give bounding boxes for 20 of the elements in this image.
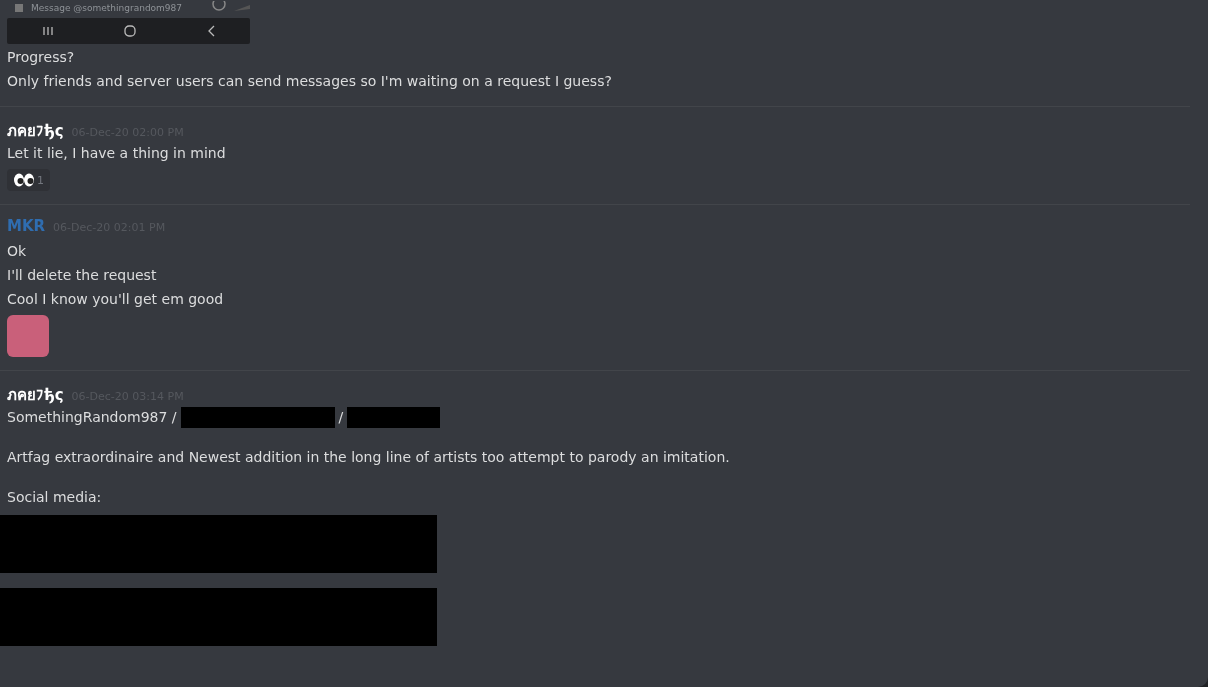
message-input[interactable]: Message @somethingrandom987 (31, 3, 204, 13)
recent-apps-icon[interactable] (42, 26, 53, 36)
author-name[interactable]: ภคยﾌђς (7, 119, 64, 143)
message-text: Let it lie, I have a thing in mind (7, 144, 227, 163)
back-icon[interactable] (206, 25, 215, 37)
message-text: Progress? (7, 48, 76, 67)
author-name[interactable]: ภคยﾌђς (7, 383, 64, 407)
message-text: SomethingRandom987 / (7, 408, 177, 427)
message-text: I'll delete the request (7, 266, 158, 285)
message-text: Only friends and server users can send messages so I'm waiting on a request I guess? (7, 72, 613, 91)
eyes-icon (13, 173, 35, 187)
message-text: Social media: (7, 488, 103, 507)
reaction-chip[interactable]: 1 (7, 169, 50, 191)
home-icon[interactable] (123, 25, 136, 37)
author-name[interactable]: MKR (7, 217, 46, 235)
message-text: Artfag extraordinaire and Newest addition in the long line of artists too attempt to parody an imitation. (7, 448, 731, 467)
message-text: Cool I know you'll get em good (7, 290, 225, 309)
message-text: / (338, 408, 344, 427)
message-text: Ok (7, 242, 28, 261)
sticker-placeholder (7, 315, 49, 357)
